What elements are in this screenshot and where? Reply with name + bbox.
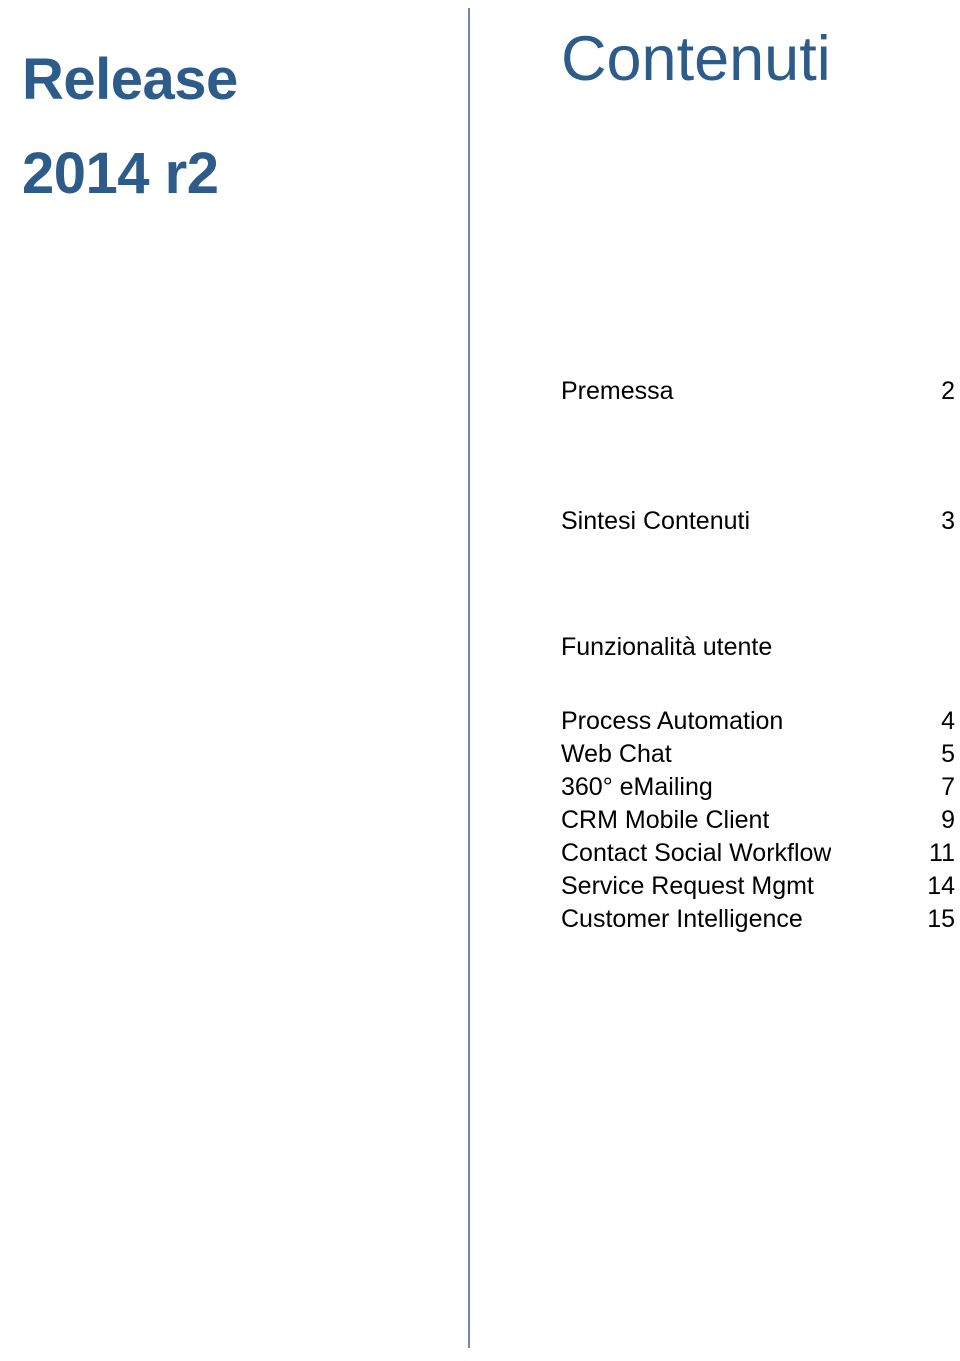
- toc-entry-label: CRM Mobile Client: [561, 806, 770, 834]
- toc-entry-page-number: 2: [941, 377, 955, 405]
- toc-entry-page-number: 11: [929, 839, 955, 867]
- toc-spacer: [561, 408, 955, 505]
- release-title: Release 2014 r2: [22, 33, 452, 221]
- toc-entry-page-number: 4: [941, 707, 955, 735]
- contents-heading: Contenuti: [561, 24, 831, 94]
- toc-entry-customer-intelligence[interactable]: Customer Intelligence 15: [561, 903, 955, 936]
- toc-entry-page-number: 5: [941, 740, 955, 768]
- toc-entry-label: Web Chat: [561, 740, 672, 768]
- toc-entry-label: 360° eMailing: [561, 773, 713, 801]
- toc-entry-page-number: 14: [927, 872, 955, 900]
- toc-section-funzionalita-utente[interactable]: Funzionalità utente: [561, 631, 955, 664]
- toc-entry-label: Service Request Mgmt: [561, 872, 814, 900]
- toc-spacer: [561, 538, 955, 631]
- toc-section-label: Funzionalità utente: [561, 633, 773, 661]
- toc-entry-label: Customer Intelligence: [561, 905, 803, 933]
- toc-entry-label: Process Automation: [561, 707, 784, 735]
- toc-entry-page-number: 9: [941, 806, 955, 834]
- toc-entry-premessa[interactable]: Premessa 2: [561, 375, 955, 408]
- release-title-line-2: 2014 r2: [22, 140, 219, 206]
- toc-entry-process-automation[interactable]: Process Automation 4: [561, 705, 955, 738]
- toc-entry-label: Premessa: [561, 377, 674, 405]
- toc-entry-contact-social-workflow[interactable]: Contact Social Workflow 11: [561, 837, 955, 870]
- toc-entry-service-request-mgmt[interactable]: Service Request Mgmt 14: [561, 870, 955, 903]
- release-title-line-1: Release: [22, 47, 238, 112]
- toc-entry-page-number: 15: [927, 905, 955, 933]
- toc-entry-360-emailing[interactable]: 360° eMailing 7: [561, 771, 955, 804]
- right-column: Contenuti Premessa 2 Sintesi Contenuti 3…: [470, 0, 960, 1361]
- toc-spacer: [561, 664, 955, 705]
- toc-entry-crm-mobile-client[interactable]: CRM Mobile Client 9: [561, 804, 955, 837]
- document-page: Release 2014 r2 Contenuti Premessa 2 Sin…: [0, 0, 960, 1361]
- left-column: Release 2014 r2: [0, 0, 460, 1361]
- toc-entry-web-chat[interactable]: Web Chat 5: [561, 738, 955, 771]
- table-of-contents: Premessa 2 Sintesi Contenuti 3 Funzional…: [561, 375, 955, 936]
- toc-entry-sintesi-contenuti[interactable]: Sintesi Contenuti 3: [561, 505, 955, 538]
- toc-entry-label: Sintesi Contenuti: [561, 507, 751, 535]
- toc-entry-label: Contact Social Workflow: [561, 839, 832, 867]
- toc-entry-page-number: 7: [941, 773, 955, 801]
- toc-entry-page-number: 3: [941, 507, 955, 535]
